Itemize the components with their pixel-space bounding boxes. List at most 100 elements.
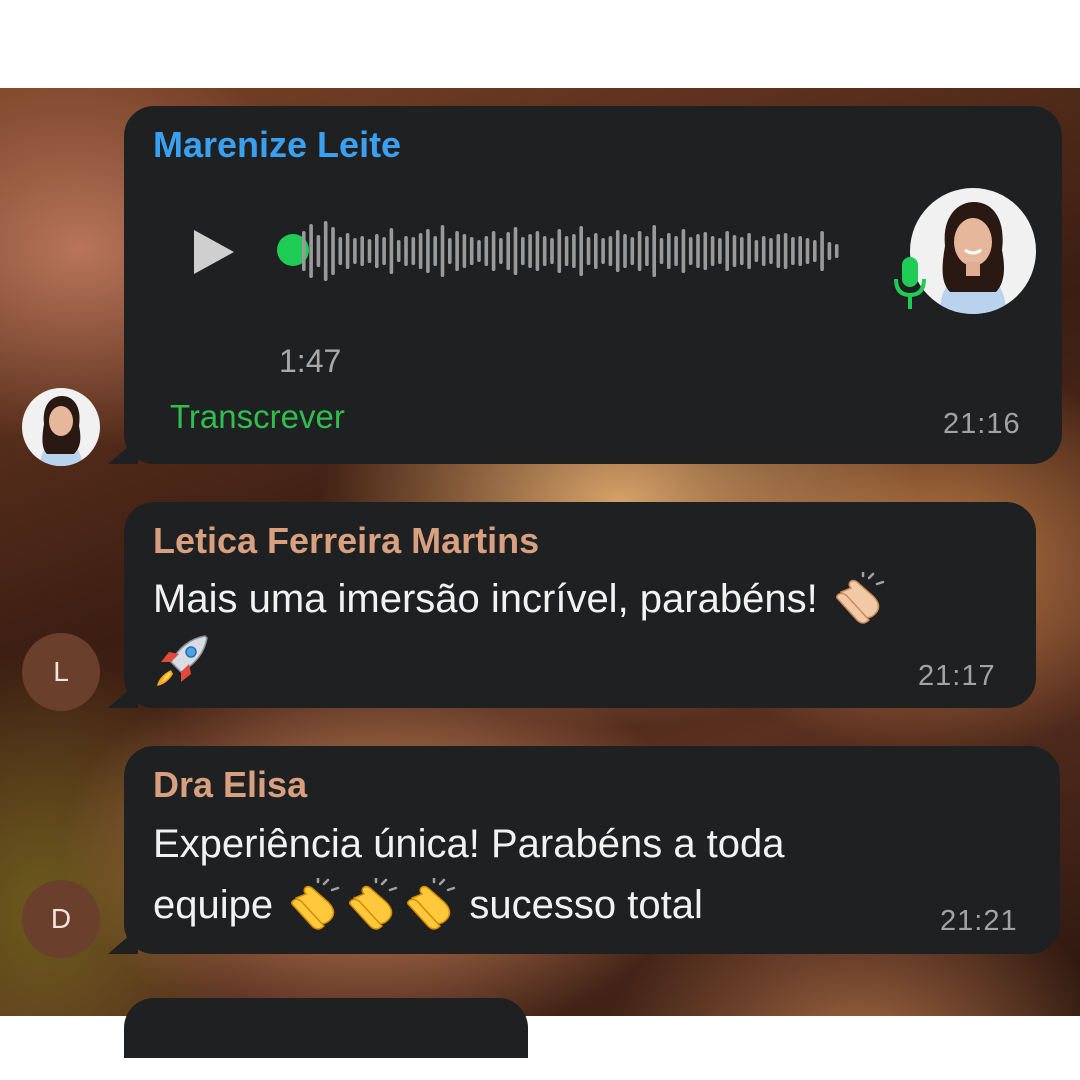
waveform-bar [630, 237, 635, 265]
waveform-bar [608, 236, 613, 266]
waveform-bar [528, 234, 532, 268]
waveform-bar [345, 233, 350, 269]
waveform-bar [564, 236, 569, 266]
bubble-tail [108, 438, 138, 464]
waveform-bar [572, 234, 576, 268]
clapping-hands-icon [407, 878, 456, 931]
waveform-bar [586, 237, 591, 265]
rocket-icon [157, 635, 208, 687]
waveform-bar [667, 233, 671, 269]
transcribe-button[interactable]: Transcrever [170, 398, 345, 436]
waveform-bar [491, 231, 496, 271]
message-text-line2: equipe sucesso total [153, 874, 703, 936]
waveform-bar [331, 227, 335, 275]
waveform-bar [360, 236, 364, 266]
voice-sender-avatar[interactable] [910, 188, 1036, 314]
profile-photo-woman [22, 388, 100, 466]
waveform-bar [783, 233, 788, 269]
waveform-bar [484, 236, 489, 266]
message-time: 21:16 [943, 408, 1021, 440]
waveform-bar [309, 224, 313, 278]
message-line: Mais uma imersão incrível, parabéns! [153, 577, 818, 621]
sender-avatar[interactable]: D [22, 880, 100, 958]
waveform-bar [747, 233, 751, 269]
waveform-bar [674, 236, 678, 266]
bubble-tail [108, 682, 138, 708]
waveform-bar [615, 230, 620, 272]
clapping-hands-icon [835, 572, 885, 625]
waveform-bar [521, 237, 525, 265]
message-line: sucesso total [469, 883, 703, 927]
waveform-bar [732, 235, 737, 267]
waveform-bar [827, 242, 832, 260]
waveform-bar [389, 228, 394, 274]
waveform-bar [448, 238, 452, 264]
message-time: 21:17 [918, 660, 996, 692]
waveform-bar [688, 237, 693, 265]
waveform-bar [557, 229, 562, 273]
waveform-bar [404, 236, 408, 266]
audio-duration: 1:47 [279, 343, 342, 379]
waveform-bar [623, 234, 627, 268]
waveform-bar [323, 221, 328, 281]
message-text: Experiência única! Parabéns a toda [153, 822, 785, 866]
waveform-bar [798, 236, 802, 266]
waveform-bar [411, 237, 416, 265]
waveform-bar [440, 225, 445, 277]
waveform-bar [338, 237, 343, 265]
sender-name: Marenize Leite [153, 124, 402, 165]
waveform-bar [754, 240, 759, 262]
next-message-bubble[interactable] [124, 998, 528, 1058]
waveform-bar [718, 238, 722, 264]
waveform-bar [499, 238, 503, 264]
waveform-bar [462, 234, 467, 268]
waveform-bar [477, 240, 481, 262]
waveform-bar [703, 232, 708, 270]
waveform-bar [813, 240, 817, 262]
message-time: 21:21 [940, 905, 1018, 937]
waveform-bar [433, 236, 437, 266]
waveform-bar [645, 236, 649, 266]
waveform-bar [579, 226, 583, 276]
clapping-hands-icon [349, 878, 398, 931]
waveform-bar [513, 227, 518, 275]
waveform-bar [375, 234, 379, 268]
waveform-bar [834, 244, 839, 258]
waveform-bar [302, 231, 306, 271]
message-text-line2 [153, 628, 211, 690]
audio-waveform[interactable] [302, 216, 854, 286]
waveform-bar [776, 234, 781, 268]
bubble-tail [108, 928, 138, 954]
sender-avatar[interactable] [22, 388, 100, 466]
waveform-bar [601, 238, 605, 264]
waveform-bar [637, 231, 642, 271]
waveform-bar [805, 238, 810, 264]
waveform-bar [740, 237, 744, 265]
waveform-bar [761, 236, 766, 266]
waveform-bar [769, 238, 773, 264]
play-icon[interactable] [190, 228, 238, 276]
waveform-bar [469, 237, 474, 265]
waveform-bar [542, 236, 547, 266]
waveform-bar [455, 231, 459, 271]
waveform-bar [382, 237, 386, 265]
waveform-bar [426, 229, 430, 273]
sender-avatar[interactable]: L [22, 633, 100, 711]
waveform-bar [710, 236, 715, 266]
waveform-bar [353, 238, 357, 264]
clapping-hands-icon [291, 878, 340, 931]
waveform-bar [316, 235, 321, 267]
profile-photo-woman [910, 188, 1036, 314]
waveform-bar [681, 229, 686, 273]
waveform-bar [594, 233, 598, 269]
sender-name: Dra Elisa [153, 764, 308, 805]
microphone-icon [894, 257, 926, 309]
waveform-bar [506, 232, 510, 270]
waveform-bar [696, 234, 700, 268]
sender-name: Letica Ferreira Martins [153, 520, 540, 561]
waveform-bar [396, 240, 401, 262]
waveform-bar [550, 238, 554, 264]
waveform-bar [535, 231, 540, 271]
waveform-bar [652, 225, 656, 277]
waveform-bar [820, 231, 824, 271]
